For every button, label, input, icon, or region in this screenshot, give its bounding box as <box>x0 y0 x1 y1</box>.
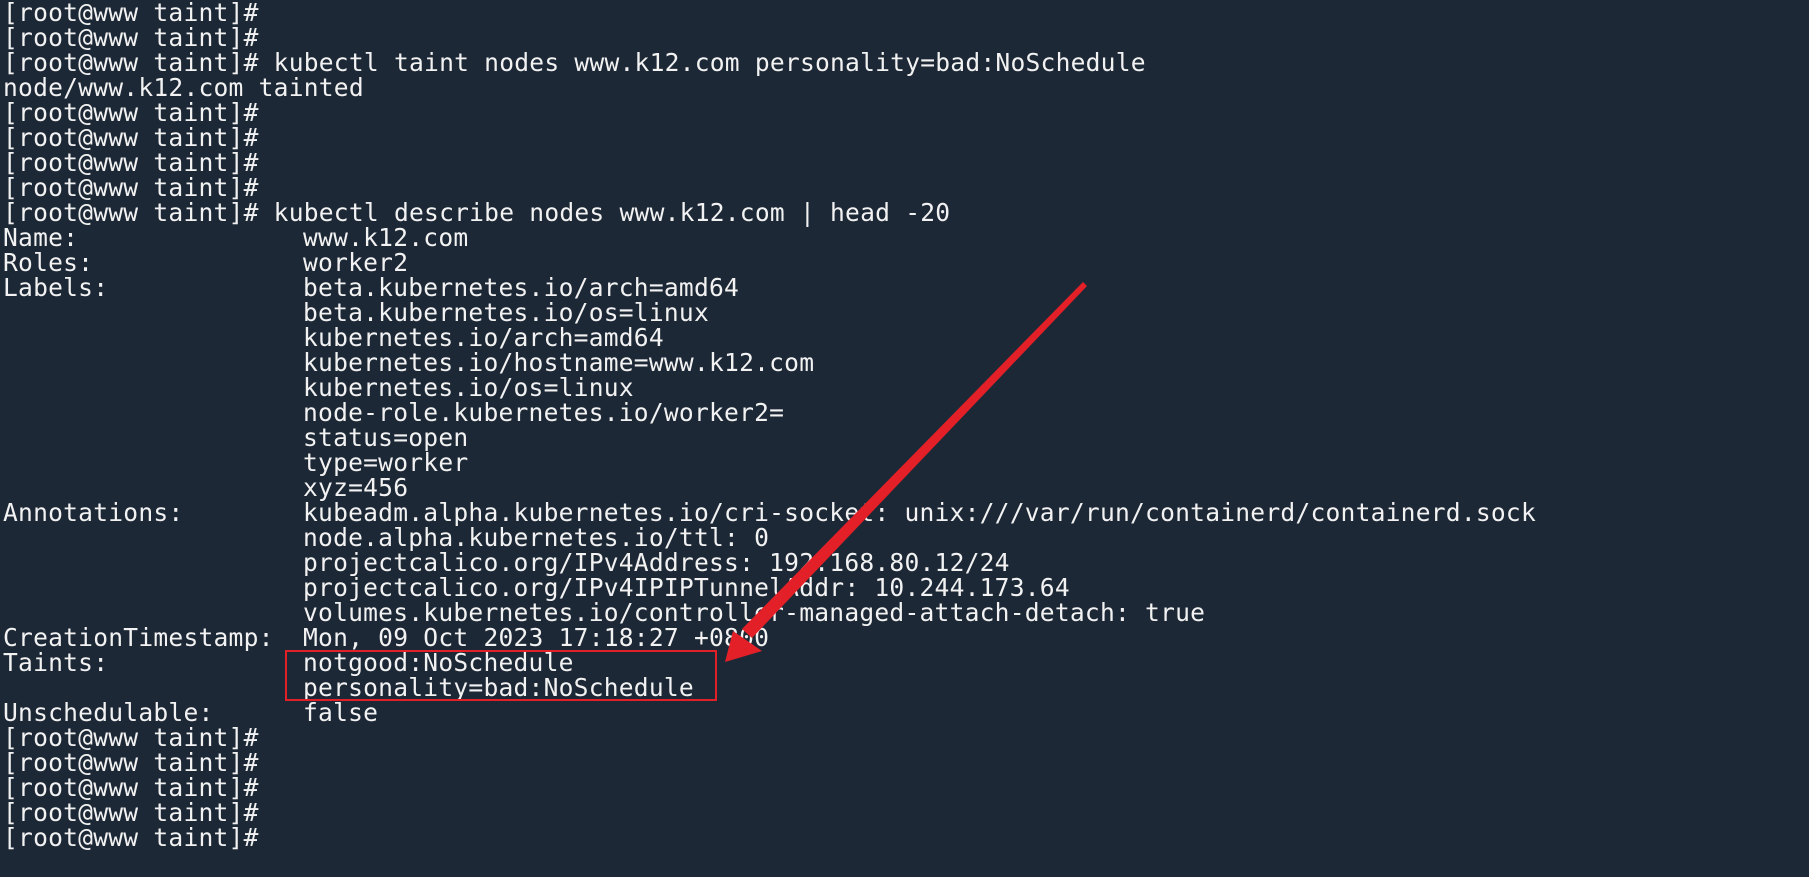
field-key: Roles: <box>3 248 94 277</box>
field-key: Taints: <box>3 648 109 677</box>
describe-field-line: projectcalico.org/IPv4Address: 192.168.8… <box>3 550 1803 575</box>
prompt-line: [root@www taint]# <box>3 725 1803 750</box>
prompt-line: [root@www taint]# <box>3 750 1803 775</box>
prompt-line: [root@www taint]# <box>3 775 1803 800</box>
taints-highlight-box <box>285 650 717 701</box>
prompt-line: [root@www taint]# kubectl taint nodes ww… <box>3 50 1803 75</box>
field-value: false <box>303 698 379 727</box>
field-key: Unschedulable: <box>3 698 214 727</box>
field-key: Name: <box>3 223 79 252</box>
output-line: node/www.k12.com tainted <box>3 75 1803 100</box>
describe-field-line: Unschedulable: false <box>3 700 1803 725</box>
describe-field-line: kubernetes.io/hostname=www.k12.com <box>3 350 1803 375</box>
describe-field-line: Taints: notgood:NoSchedule <box>3 650 1803 675</box>
describe-field-line: kubernetes.io/arch=amd64 <box>3 325 1803 350</box>
describe-field-line: CreationTimestamp: Mon, 09 Oct 2023 17:18… <box>3 625 1803 650</box>
describe-field-line: Labels: beta.kubernetes.io/arch=amd64 <box>3 275 1803 300</box>
prompt-line: [root@www taint]# <box>3 0 1803 25</box>
field-key: CreationTimestamp: <box>3 623 274 652</box>
shell-prompt: [root@www taint]# <box>3 823 259 852</box>
describe-field-line: Annotations: kubeadm.alpha.kubernetes.io/… <box>3 500 1803 525</box>
describe-field-line: node-role.kubernetes.io/worker2= <box>3 400 1803 425</box>
command-text: kubectl taint nodes www.k12.com personal… <box>258 48 1146 77</box>
describe-field-line: volumes.kubernetes.io/controller-managed… <box>3 600 1803 625</box>
describe-field-line: Roles: worker2 <box>3 250 1803 275</box>
describe-field-line: type=worker <box>3 450 1803 475</box>
prompt-line: [root@www taint]# <box>3 800 1803 825</box>
describe-field-line: projectcalico.org/IPv4IPIPTunnelAddr: 10… <box>3 575 1803 600</box>
field-key: Labels: <box>3 273 109 302</box>
describe-field-line: kubernetes.io/os=linux <box>3 375 1803 400</box>
prompt-line: [root@www taint]# <box>3 25 1803 50</box>
prompt-line: [root@www taint]# <box>3 125 1803 150</box>
describe-field-line: Name: www.k12.com <box>3 225 1803 250</box>
prompt-line: [root@www taint]# kubectl describe nodes… <box>3 200 1803 225</box>
prompt-line: [root@www taint]# <box>3 825 1803 850</box>
prompt-line: [root@www taint]# <box>3 150 1803 175</box>
terminal-output[interactable]: [root@www taint]# [root@www taint]# [root@… <box>3 0 1803 877</box>
prompt-line: [root@www taint]# <box>3 100 1803 125</box>
describe-field-line: personality=bad:NoSchedule <box>3 675 1803 700</box>
describe-field-line: xyz=456 <box>3 475 1803 500</box>
field-key: Annotations: <box>3 498 184 527</box>
describe-field-line: beta.kubernetes.io/os=linux <box>3 300 1803 325</box>
describe-field-line: node.alpha.kubernetes.io/ttl: 0 <box>3 525 1803 550</box>
describe-field-line: status=open <box>3 425 1803 450</box>
prompt-line: [root@www taint]# <box>3 175 1803 200</box>
